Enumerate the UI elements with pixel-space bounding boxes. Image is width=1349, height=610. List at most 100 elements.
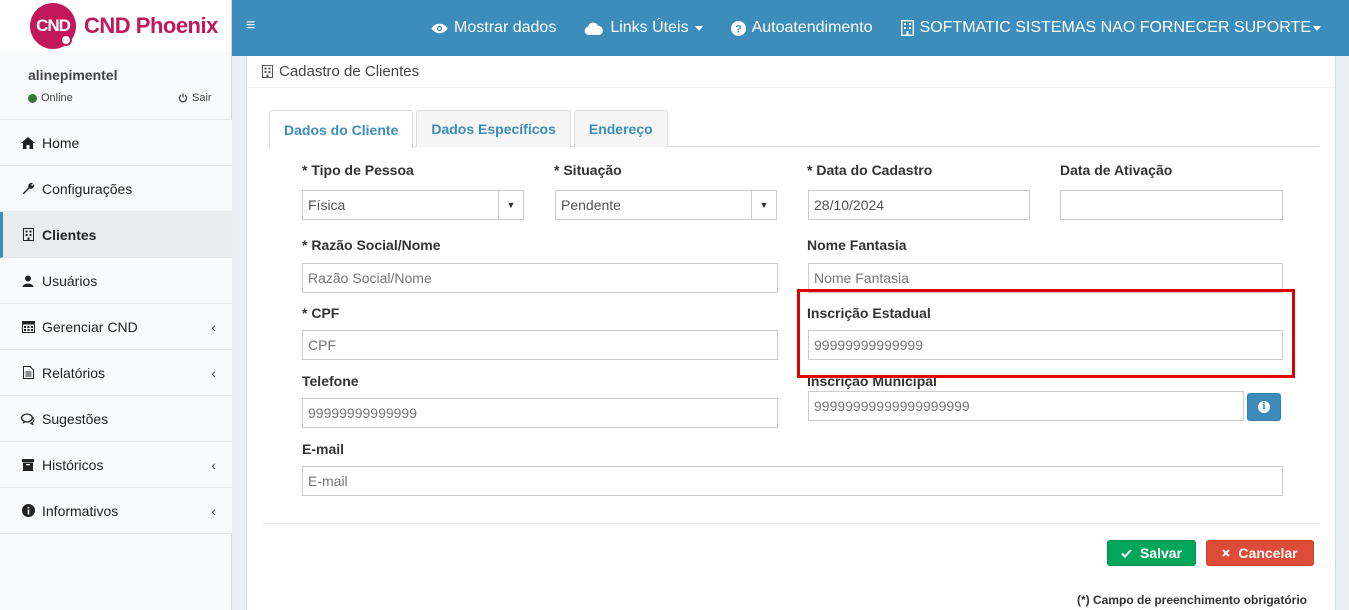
logout-label: Sair (192, 92, 212, 104)
user-name: alinepimentel (28, 67, 118, 83)
sidebar-item-label: Históricos (42, 456, 104, 473)
email-label: E-mail (302, 441, 345, 457)
data-ativacao-input[interactable] (1060, 190, 1283, 220)
sidebar-item-label: Configurações (42, 180, 133, 197)
box-header: Cadastro de Clientes (247, 56, 1335, 88)
question-circle-icon: ? (730, 20, 746, 36)
tab-bar: Dados do Cliente Dados Específicos Ender… (269, 110, 1319, 148)
sidebar-item-label: Gerenciar CND (42, 318, 138, 335)
data-cadastro-value: 28/10/2024 (814, 197, 885, 213)
cpf-placeholder: CPF (308, 337, 336, 353)
tipo-pessoa-select[interactable]: Física ▼ (302, 190, 524, 220)
save-button[interactable]: Salvar (1107, 540, 1196, 566)
online-dot-icon (28, 93, 37, 103)
form-divider (263, 523, 1319, 524)
razao-social-label: * Razão Social/Nome (302, 237, 441, 253)
email-input[interactable]: E-mail (302, 466, 1283, 496)
cancel-button[interactable]: Cancelar (1206, 540, 1314, 566)
razao-social-placeholder: Razão Social/Nome (308, 270, 432, 286)
logo-dot-icon (60, 34, 72, 46)
logo[interactable]: CND CND Phoenix (0, 0, 231, 52)
sidebar-item-sugestoes[interactable]: Sugestões (0, 396, 232, 442)
situacao-select[interactable]: Pendente ▼ (555, 190, 777, 220)
data-cadastro-input[interactable]: 28/10/2024 (808, 190, 1030, 220)
sidebar-item-home[interactable]: Home (0, 120, 232, 166)
sidebar: CND CND Phoenix alinepimentel Online Sai… (0, 0, 232, 610)
sidebar-item-historicos[interactable]: Históricos ‹ (0, 442, 232, 488)
sidebar-item-informativos[interactable]: Informativos ‹ (0, 488, 232, 534)
caret-down-icon (1313, 25, 1321, 31)
caret-down-icon: ▼ (498, 191, 523, 219)
situacao-label: * Situação (554, 162, 622, 178)
svg-text:?: ? (735, 23, 742, 35)
email-placeholder: E-mail (308, 473, 348, 489)
inscricao-municipal-info-button[interactable]: i (1247, 393, 1281, 421)
sidebar-item-configuracoes[interactable]: Configurações (0, 166, 232, 212)
show-data-link[interactable]: Mostrar dados (431, 19, 556, 37)
required-footnote: (*) Campo de preenchimento obrigatório (1077, 593, 1308, 607)
tab-endereco[interactable]: Endereço (573, 110, 668, 147)
company-label: SOFTMATIC SISTEMAS NAO FORNECER SUPORTE (919, 19, 1311, 36)
self-service-label: Autoatendimento (751, 19, 873, 36)
save-label: Salvar (1139, 545, 1183, 561)
check-icon (1121, 548, 1132, 558)
sidebar-item-relatorios[interactable]: Relatórios ‹ (0, 350, 232, 396)
building-icon (900, 20, 914, 36)
useful-links-dropdown[interactable]: Links Úteis (584, 19, 703, 37)
chevron-left-icon: ‹ (211, 364, 216, 381)
user-panel: alinepimentel Online (0, 52, 231, 120)
company-dropdown[interactable]: SOFTMATIC SISTEMAS NAO FORNECER SUPORTE (900, 19, 1321, 37)
sidebar-item-label: Relatórios (42, 364, 106, 381)
caret-down-icon (694, 25, 703, 31)
building-icon (262, 65, 273, 78)
document-icon (20, 366, 36, 379)
cpf-label: * CPF (302, 305, 340, 321)
self-service-link[interactable]: ? Autoatendimento (730, 19, 873, 37)
sidebar-menu: Home Configurações Clientes Usuários Ger… (0, 120, 232, 534)
logo-badge-text: CND (36, 16, 71, 35)
logout-link[interactable]: Sair (178, 92, 212, 104)
sidebar-item-label: Sugestões (42, 410, 109, 427)
sidebar-item-label: Home (42, 134, 80, 151)
sidebar-item-usuarios[interactable]: Usuários (0, 258, 232, 304)
sidebar-item-label: Informativos (42, 502, 119, 519)
archive-icon (20, 458, 36, 471)
tab-dados-especificos[interactable]: Dados Específicos (416, 110, 571, 147)
sidebar-item-clientes[interactable]: Clientes (0, 212, 232, 258)
data-cadastro-label: * Data do Cadastro (807, 162, 933, 178)
user-icon (20, 275, 36, 287)
useful-links-label: Links Úteis (610, 19, 689, 36)
tab-dados-do-cliente[interactable]: Dados do Cliente (269, 110, 414, 148)
calendar-icon (20, 320, 36, 333)
chevron-left-icon: ‹ (211, 502, 216, 519)
menu-toggle-icon[interactable]: ≡ (246, 17, 255, 35)
sidebar-item-gerenciar-cnd[interactable]: Gerenciar CND ‹ (0, 304, 232, 350)
inscricao-municipal-input[interactable]: 99999999999999999999 (808, 391, 1244, 421)
razao-social-input[interactable]: Razão Social/Nome (302, 263, 778, 293)
cpf-input[interactable]: CPF (302, 330, 778, 360)
inscricao-municipal-placeholder: 99999999999999999999 (814, 398, 970, 414)
power-icon (178, 93, 188, 103)
telefone-placeholder: 99999999999999 (308, 405, 418, 421)
data-ativacao-label: Data de Ativação (1060, 162, 1173, 178)
sidebar-item-label: Usuários (42, 272, 98, 289)
info-icon (20, 504, 36, 517)
page-title: Cadastro de Clientes (279, 63, 420, 80)
chevron-left-icon: ‹ (211, 456, 216, 473)
telefone-label: Telefone (302, 373, 359, 389)
cancel-label: Cancelar (1238, 545, 1298, 561)
logo-badge: CND (30, 3, 76, 49)
caret-down-icon: ▼ (751, 191, 776, 219)
main-content: Cadastro de Clientes Dados do Cliente Da… (246, 56, 1336, 610)
highlight-box (797, 289, 1295, 378)
building-icon (20, 228, 36, 241)
navbar-menu: Mostrar dados Links Úteis ? Autoatendime… (431, 0, 1321, 56)
home-icon (20, 136, 36, 149)
cloud-icon (584, 22, 604, 35)
top-navbar: ≡ Mostrar dados Links Úteis ? Autoatendi… (232, 0, 1349, 56)
tipo-pessoa-value: Física (308, 197, 346, 213)
chevron-left-icon: ‹ (211, 318, 216, 335)
telefone-input[interactable]: 99999999999999 (302, 398, 778, 428)
close-icon (1222, 549, 1231, 557)
nome-fantasia-placeholder: Nome Fantasia (814, 270, 909, 286)
